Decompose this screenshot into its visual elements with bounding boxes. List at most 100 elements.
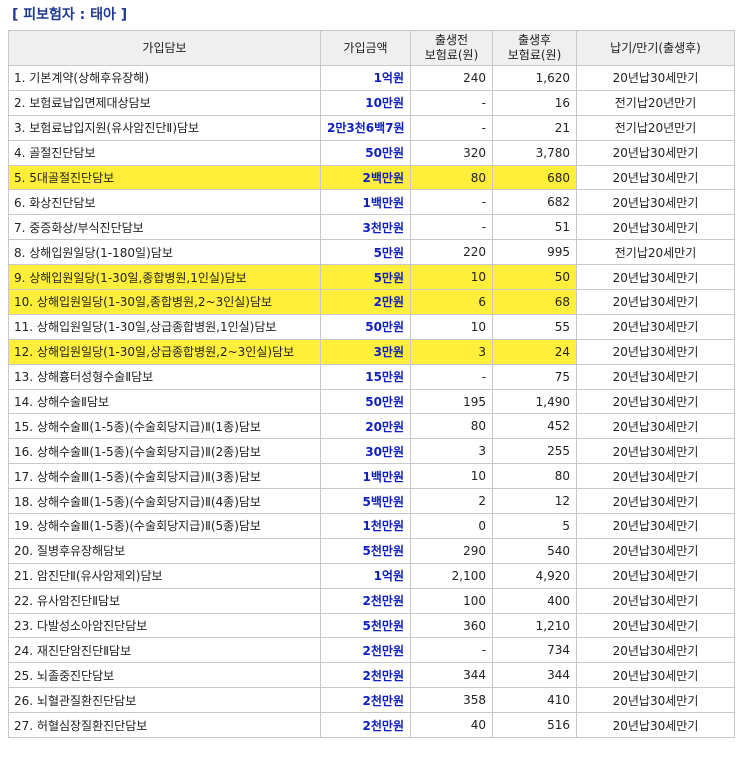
coverage-name: 5. 5대골절진단담보: [8, 164, 321, 191]
coverage-name: 2. 보험료납입면제대상담보: [8, 89, 321, 116]
coverage-amount: 3만원: [320, 338, 411, 365]
payment-term: 20년납30세만기: [576, 463, 735, 490]
coverage-name: 13. 상해흉터성형수술Ⅱ담보: [8, 363, 321, 390]
prebirth-premium: 80: [410, 413, 493, 440]
coverage-name: 14. 상해수술Ⅱ담보: [8, 388, 321, 415]
prebirth-premium: 3: [410, 338, 493, 365]
table-row: 26. 뇌혈관질환진단담보 2천만원 358 410 20년납30세만기: [8, 687, 735, 714]
coverage-rows: 1. 기본계약(상해후유장해) 1억원 240 1,620 20년납30세만기 2. 보험…: [8, 65, 735, 739]
postbirth-premium: 3,780: [492, 139, 577, 166]
table-row: 18. 상해수술Ⅲ(1-5종)(수술회당지급)Ⅱ(4종)담보 5백만원 2 12 20년…: [8, 488, 735, 515]
coverage-name: 23. 다발성소아암진단담보: [8, 612, 321, 639]
prebirth-premium: -: [410, 363, 493, 390]
prebirth-premium: 80: [410, 164, 493, 191]
coverage-name: 4. 골절진단담보: [8, 139, 321, 166]
coverage-amount: 3천만원: [320, 214, 411, 241]
coverage-name: 25. 뇌졸중진단담보: [8, 662, 321, 689]
coverage-name: 21. 암진단Ⅱ(유사암제외)담보: [8, 562, 321, 589]
postbirth-premium: 734: [492, 637, 577, 664]
coverage-name: 22. 유사암진단Ⅱ담보: [8, 587, 321, 614]
prebirth-premium: 240: [410, 65, 493, 91]
prebirth-premium: 10: [410, 313, 493, 340]
header-term: 납기/만기(출생후): [576, 30, 735, 66]
prebirth-premium: 40: [410, 712, 493, 739]
table-row: 12. 상해입원일당(1-30일,상급종합병원,2~3인실)담보 3만원 3 24 20…: [8, 338, 735, 365]
payment-term: 20년납30세만기: [576, 637, 735, 664]
postbirth-premium: 452: [492, 413, 577, 440]
table-row: 27. 허혈심장질환진단담보 2천만원 40 516 20년납30세만기: [8, 712, 735, 739]
coverage-amount: 5천만원: [320, 537, 411, 564]
postbirth-premium: 516: [492, 712, 577, 739]
table-row: 9. 상해입원일당(1-30일,종합병원,1인실)담보 5만원 10 50 20년납30…: [8, 264, 735, 291]
coverage-amount: 1백만원: [320, 189, 411, 216]
prebirth-premium: 0: [410, 513, 493, 539]
coverage-name: 20. 질병후유장해담보: [8, 537, 321, 564]
payment-term: 20년납30세만기: [576, 338, 735, 365]
coverage-amount: 1천만원: [320, 513, 411, 539]
table-row: 11. 상해입원일당(1-30일,상급종합병원,1인실)담보 50만원 10 55 20…: [8, 313, 735, 340]
coverage-amount: 10만원: [320, 89, 411, 116]
postbirth-premium: 24: [492, 338, 577, 365]
coverage-amount: 2천만원: [320, 637, 411, 664]
table-row: 6. 화상진단담보 1백만원 -682 20년납30세만기: [8, 189, 735, 216]
payment-term: 20년납30세만기: [576, 612, 735, 639]
payment-term: 20년납30세만기: [576, 313, 735, 340]
header-prebirth-premium: 출생전 보험료(원): [410, 30, 493, 66]
payment-term: 20년납30세만기: [576, 587, 735, 614]
coverage-amount: 20만원: [320, 413, 411, 440]
coverage-amount: 5만원: [320, 239, 411, 266]
postbirth-premium: 1,620: [492, 65, 577, 91]
coverage-amount: 15만원: [320, 363, 411, 390]
postbirth-premium: 680: [492, 164, 577, 191]
prebirth-premium: 344: [410, 662, 493, 689]
coverage-amount: 1백만원: [320, 463, 411, 490]
prebirth-premium: 10: [410, 463, 493, 490]
payment-term: 20년납30세만기: [576, 139, 735, 166]
prebirth-premium: 358: [410, 687, 493, 714]
coverage-amount: 1억원: [320, 65, 411, 91]
header-row: 가입담보 가입금액 출생전 보험료(원) 출생후 보험료(원) 납기/만기(출생후): [8, 30, 735, 66]
coverage-amount: 2천만원: [320, 662, 411, 689]
table-row: 19. 상해수술Ⅲ(1-5종)(수술회당지급)Ⅱ(5종)담보 1천만원 0 5 20년납…: [8, 513, 735, 539]
payment-term: 20년납30세만기: [576, 289, 735, 315]
coverage-amount: 2백만원: [320, 164, 411, 191]
prebirth-premium: 2: [410, 488, 493, 515]
prebirth-premium: 195: [410, 388, 493, 415]
table-row: 5. 5대골절진단담보 2백만원 80 680 20년납30세만기: [8, 164, 735, 191]
coverage-amount: 5백만원: [320, 488, 411, 515]
payment-term: 20년납30세만기: [576, 537, 735, 564]
coverage-name: 15. 상해수술Ⅲ(1-5종)(수술회당지급)Ⅱ(1종)담보: [8, 413, 321, 440]
coverage-name: 19. 상해수술Ⅲ(1-5종)(수술회당지급)Ⅱ(5종)담보: [8, 513, 321, 539]
postbirth-premium: 1,210: [492, 612, 577, 639]
coverage-name: 27. 허혈심장질환진단담보: [8, 712, 321, 739]
coverage-amount: 2천만원: [320, 712, 411, 739]
postbirth-premium: 400: [492, 587, 577, 614]
table-row: 24. 재진단암진단Ⅱ담보 2천만원 -734 20년납30세만기: [8, 637, 735, 664]
payment-term: 20년납30세만기: [576, 488, 735, 515]
table-row: 21. 암진단Ⅱ(유사암제외)담보 1억원 2,100 4,920 20년납30세만기: [8, 562, 735, 589]
payment-term: 전기납20년만기: [576, 89, 735, 116]
coverage-amount: 5만원: [320, 264, 411, 291]
prebirth-premium: 360: [410, 612, 493, 639]
postbirth-premium: 51: [492, 214, 577, 241]
payment-term: 20년납30세만기: [576, 164, 735, 191]
payment-term: 전기납20세만기: [576, 239, 735, 266]
payment-term: 20년납30세만기: [576, 562, 735, 589]
payment-term: 20년납30세만기: [576, 189, 735, 216]
table-row: 10. 상해입원일당(1-30일,종합병원,2~3인실)담보 2만원 6 68 20년납…: [8, 289, 735, 315]
coverage-name: 9. 상해입원일당(1-30일,종합병원,1인실)담보: [8, 264, 321, 291]
coverage-name: 1. 기본계약(상해후유장해): [8, 65, 321, 91]
coverage-amount: 50만원: [320, 388, 411, 415]
coverage-name: 16. 상해수술Ⅲ(1-5종)(수술회당지급)Ⅱ(2종)담보: [8, 438, 321, 465]
table-row: 8. 상해입원일당(1-180일)담보 5만원 220 995 전기납20세만기: [8, 239, 735, 266]
header-postbirth-premium: 출생후 보험료(원): [492, 30, 577, 66]
coverage-table: 가입담보 가입금액 출생전 보험료(원) 출생후 보험료(원) 납기/만기(출생후)…: [8, 30, 735, 739]
prebirth-premium: 3: [410, 438, 493, 465]
payment-term: 전기납20년만기: [576, 114, 735, 141]
coverage-name: 8. 상해입원일당(1-180일)담보: [8, 239, 321, 266]
table-row: 25. 뇌졸중진단담보 2천만원 344 344 20년납30세만기: [8, 662, 735, 689]
payment-term: 20년납30세만기: [576, 388, 735, 415]
postbirth-premium: 4,920: [492, 562, 577, 589]
coverage-amount: 50만원: [320, 313, 411, 340]
postbirth-premium: 255: [492, 438, 577, 465]
